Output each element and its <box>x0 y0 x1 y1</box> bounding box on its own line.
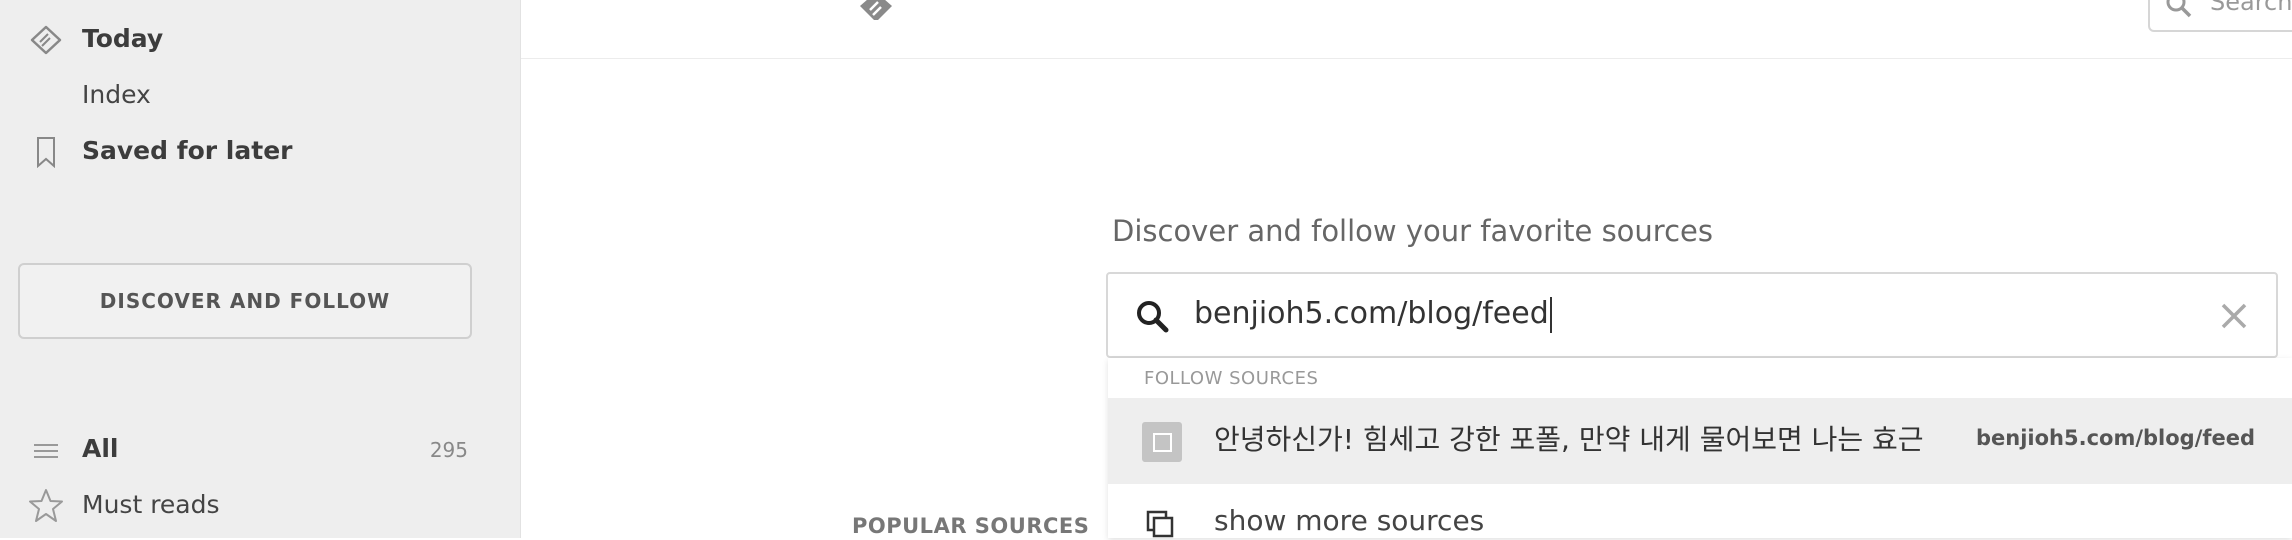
search-value: benjioh5.com/blog/feed <box>1194 296 1552 333</box>
star-icon <box>29 489 63 522</box>
page-headline: Discover and follow your favorite source… <box>1112 214 1713 248</box>
search-placeholder: Search <box>2210 0 2292 16</box>
unread-count: 295 <box>429 438 468 462</box>
show-more-sources-link[interactable]: show more sources <box>1108 484 2292 538</box>
sidebar-item-today[interactable]: Today <box>0 14 520 64</box>
search-icon <box>1137 301 1169 333</box>
search-icon <box>2166 0 2192 18</box>
feed-title: 안녕하신가! 힘세고 강한 포폴, 만약 내게 물어보면 나는 효근 <box>1214 423 1924 456</box>
sidebar: Today Index Saved for later DISCOVER AND… <box>0 0 521 538</box>
stack-icon <box>1146 510 1174 538</box>
discover-search-input[interactable]: benjioh5.com/blog/feed <box>1106 272 2278 358</box>
sidebar-item-saved-for-later[interactable]: Saved for later <box>0 126 520 176</box>
feedly-today-icon <box>30 25 62 55</box>
sidebar-item-all[interactable]: All 295 <box>0 424 520 474</box>
dropdown-header: FOLLOW SOURCES <box>1144 368 1319 389</box>
list-icon <box>34 444 58 458</box>
feedly-logo-icon[interactable] <box>856 0 896 24</box>
feed-thumbnail-icon <box>1142 422 1182 462</box>
popular-sources-heading: POPULAR SOURCES <box>852 514 1090 538</box>
bookmark-icon <box>37 137 55 168</box>
text-caret <box>1549 296 1552 333</box>
sidebar-item-index[interactable]: Index <box>0 70 520 120</box>
show-more-label: show more sources <box>1214 504 1485 537</box>
sidebar-item-label: Index <box>82 80 151 109</box>
sidebar-item-label: Must reads <box>82 490 220 519</box>
feed-url: benjioh5.com/blog/feed <box>1976 426 2256 450</box>
close-icon[interactable] <box>2218 300 2250 332</box>
discover-and-follow-button[interactable]: DISCOVER AND FOLLOW <box>18 263 472 339</box>
search-suggestions-dropdown: FOLLOW SOURCES 안녕하신가! 힘세고 강한 포폴, 만약 내게 물… <box>1108 358 2292 538</box>
top-search-input[interactable]: Search <box>2148 0 2292 32</box>
sidebar-item-label: Saved for later <box>82 136 293 165</box>
sidebar-item-label: Today <box>82 24 164 53</box>
sidebar-item-label: All <box>82 434 119 463</box>
suggestion-row[interactable]: 안녕하신가! 힘세고 강한 포폴, 만약 내게 물어보면 나는 효근 benji… <box>1108 398 2292 484</box>
top-bar <box>521 0 2292 59</box>
sidebar-item-must-reads[interactable]: Must reads <box>0 480 520 530</box>
